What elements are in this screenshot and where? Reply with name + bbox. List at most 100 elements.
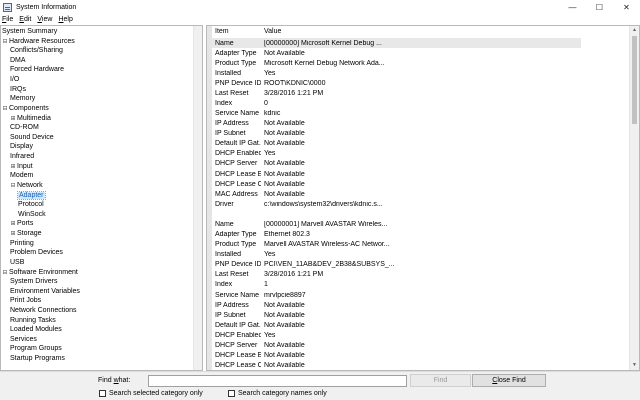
tree-scrollbar[interactable] — [193, 26, 202, 370]
tree-item[interactable]: ⊞Storage — [10, 229, 41, 239]
scroll-thumb[interactable] — [632, 36, 637, 124]
table-row[interactable]: DHCP Lease E...Not Available — [212, 350, 581, 360]
tree-item[interactable]: Startup Programs — [10, 354, 65, 364]
table-row[interactable] — [212, 209, 581, 219]
table-row[interactable]: IP Address Not Available — [212, 119, 581, 129]
expand-icon[interactable]: ⊞ — [10, 231, 16, 237]
tree-item[interactable]: Running Tasks — [10, 316, 56, 326]
table-row[interactable]: DHCP Enabled Yes — [212, 330, 581, 340]
table-row[interactable]: Last Reset 3/28/2016 1:21 PM — [212, 270, 581, 280]
collapse-icon[interactable]: ⊟ — [2, 106, 8, 112]
search-names-option[interactable]: Search category names only — [228, 390, 327, 397]
tree-item[interactable]: Network Connections — [10, 306, 77, 316]
maximize-button[interactable]: ☐ — [586, 0, 613, 14]
tree-item[interactable]: ⊟Software Environment — [2, 268, 77, 278]
scroll-down-icon[interactable]: ▼ — [630, 361, 639, 370]
tree-item[interactable]: WinSock — [18, 210, 46, 220]
table-row[interactable]: MAC Address Not Available — [212, 189, 581, 199]
tree-item[interactable]: CD-ROM — [10, 123, 39, 133]
table-row[interactable]: Installed Yes — [212, 250, 581, 260]
tree-item[interactable]: IRQs — [10, 85, 26, 95]
tree-item[interactable]: Program Groups — [10, 344, 62, 354]
tree-item[interactable]: ⊞Multimedia — [10, 114, 50, 124]
table-row[interactable]: PNP Device ID ROOT\KDNIC\0000 — [212, 78, 581, 88]
tree-item[interactable]: ⊞Ports — [10, 219, 33, 229]
table-row[interactable]: Product Type Microsoft Kernel Debug Netwo… — [212, 58, 581, 68]
tree-item[interactable]: Modem — [10, 171, 33, 181]
tree-item[interactable]: Memory — [10, 94, 35, 104]
table-row[interactable]: DHCP Server Not Available — [212, 159, 581, 169]
tree-item[interactable]: Forced Hardware — [10, 65, 64, 75]
menu-view[interactable]: View — [37, 16, 52, 23]
collapse-icon[interactable]: ⊟ — [2, 39, 8, 45]
collapse-icon[interactable]: ⊟ — [10, 183, 16, 189]
tree-item[interactable]: Loaded Modules — [10, 325, 62, 335]
find-button[interactable]: Find — [410, 374, 471, 387]
tree-item[interactable]: System Summary — [2, 27, 57, 37]
tree-item[interactable]: I/O — [10, 75, 19, 85]
table-row[interactable]: Default IP Gat... Not Available — [212, 320, 581, 330]
table-row[interactable]: Name [00000000] Microsoft Kernel Debug ..… — [212, 38, 581, 48]
collapse-icon[interactable]: ⊟ — [2, 270, 8, 276]
tree-item[interactable]: ⊟Network — [10, 181, 42, 191]
table-row[interactable]: DHCP Lease O...Not Available — [212, 361, 581, 370]
table-row[interactable]: Product Type Marvell AVASTAR Wireless-AC … — [212, 240, 581, 250]
tree-item[interactable]: ⊟Hardware Resources — [2, 37, 74, 47]
minimize-button[interactable]: — — [559, 0, 586, 14]
column-header-value[interactable]: Value — [261, 28, 561, 35]
table-row[interactable]: DHCP Lease E...Not Available — [212, 169, 581, 179]
menu-file[interactable]: File — [2, 16, 13, 23]
search-selected-option[interactable]: Search selected category only — [99, 390, 203, 397]
table-row[interactable]: Service Name mrvlpcie8897 — [212, 290, 581, 300]
tree-item[interactable]: DMA — [10, 56, 26, 66]
find-input[interactable] — [148, 375, 407, 387]
expand-icon[interactable]: ⊞ — [10, 116, 16, 122]
table-row[interactable]: Last Reset 3/28/2016 1:21 PM — [212, 88, 581, 98]
tree-item[interactable]: Conflicts/Sharing — [10, 46, 63, 56]
table-row[interactable]: DHCP Lease O...Not Available — [212, 179, 581, 189]
table-row[interactable]: Index 1 — [212, 280, 581, 290]
cell-value: Not Available — [264, 190, 305, 198]
tree-item[interactable]: Protocol — [18, 200, 44, 210]
tree-item[interactable]: ⊟Components — [2, 104, 48, 114]
table-row[interactable]: DHCP Server Not Available — [212, 340, 581, 350]
tree-item[interactable]: Adapter — [17, 190, 46, 201]
close-find-button[interactable]: Close Find — [472, 374, 546, 387]
search-names-checkbox[interactable] — [228, 390, 235, 397]
table-row[interactable]: Service Name kdnic — [212, 109, 581, 119]
tree-item[interactable]: ⊞Input — [10, 162, 32, 172]
table-row[interactable]: Driver c:\windows\system32\drivers\kdnic.… — [212, 199, 581, 209]
table-row[interactable]: DHCP Enabled Yes — [212, 149, 581, 159]
expand-icon[interactable]: ⊞ — [10, 164, 16, 170]
menu-help[interactable]: Help — [58, 16, 72, 23]
expand-icon[interactable]: ⊞ — [10, 221, 16, 227]
column-header-item[interactable]: Item — [212, 28, 261, 35]
tree-item[interactable]: Infrared — [10, 152, 34, 162]
table-row[interactable]: Name [00000001] Marvell AVASTAR Wireles..… — [212, 219, 581, 229]
tree-item[interactable]: Problem Devices — [10, 248, 63, 258]
table-row[interactable]: Adapter Type Ethernet 802.3 — [212, 230, 581, 240]
tree-item[interactable]: Services — [10, 335, 37, 345]
tree-item[interactable]: USB — [10, 258, 24, 268]
details-list[interactable]: Item Value Name [00000000] Microsoft Kern… — [206, 25, 640, 371]
close-button[interactable]: ✕ — [613, 0, 640, 14]
search-selected-checkbox[interactable] — [99, 390, 106, 397]
table-row[interactable]: Index 0 — [212, 98, 581, 108]
tree-item[interactable]: Display — [10, 142, 33, 152]
scroll-up-icon[interactable]: ▲ — [630, 26, 639, 35]
category-tree[interactable]: System Summary ⊟Hardware Resources Conflic… — [0, 25, 203, 371]
table-row[interactable]: Default IP Gat... Not Available — [212, 139, 581, 149]
table-row[interactable]: PNP Device ID PCI\VEN_11AB&DEV_2B38&SUBSY… — [212, 260, 581, 270]
tree-item[interactable]: Environment Variables — [10, 287, 80, 297]
table-row[interactable]: Adapter Type Not Available — [212, 48, 581, 58]
tree-item[interactable]: Print Jobs — [10, 296, 41, 306]
tree-item[interactable]: Printing — [10, 239, 34, 249]
table-row[interactable]: IP Subnet Not Available — [212, 310, 581, 320]
table-row[interactable]: IP Subnet Not Available — [212, 129, 581, 139]
tree-item[interactable]: System Drivers — [10, 277, 57, 287]
details-scrollbar[interactable]: ▲ ▼ — [629, 26, 639, 370]
menu-edit[interactable]: Edit — [19, 16, 31, 23]
table-row[interactable]: Installed Yes — [212, 68, 581, 78]
tree-item[interactable]: Sound Device — [10, 133, 54, 143]
table-row[interactable]: IP Address Not Available — [212, 300, 581, 310]
